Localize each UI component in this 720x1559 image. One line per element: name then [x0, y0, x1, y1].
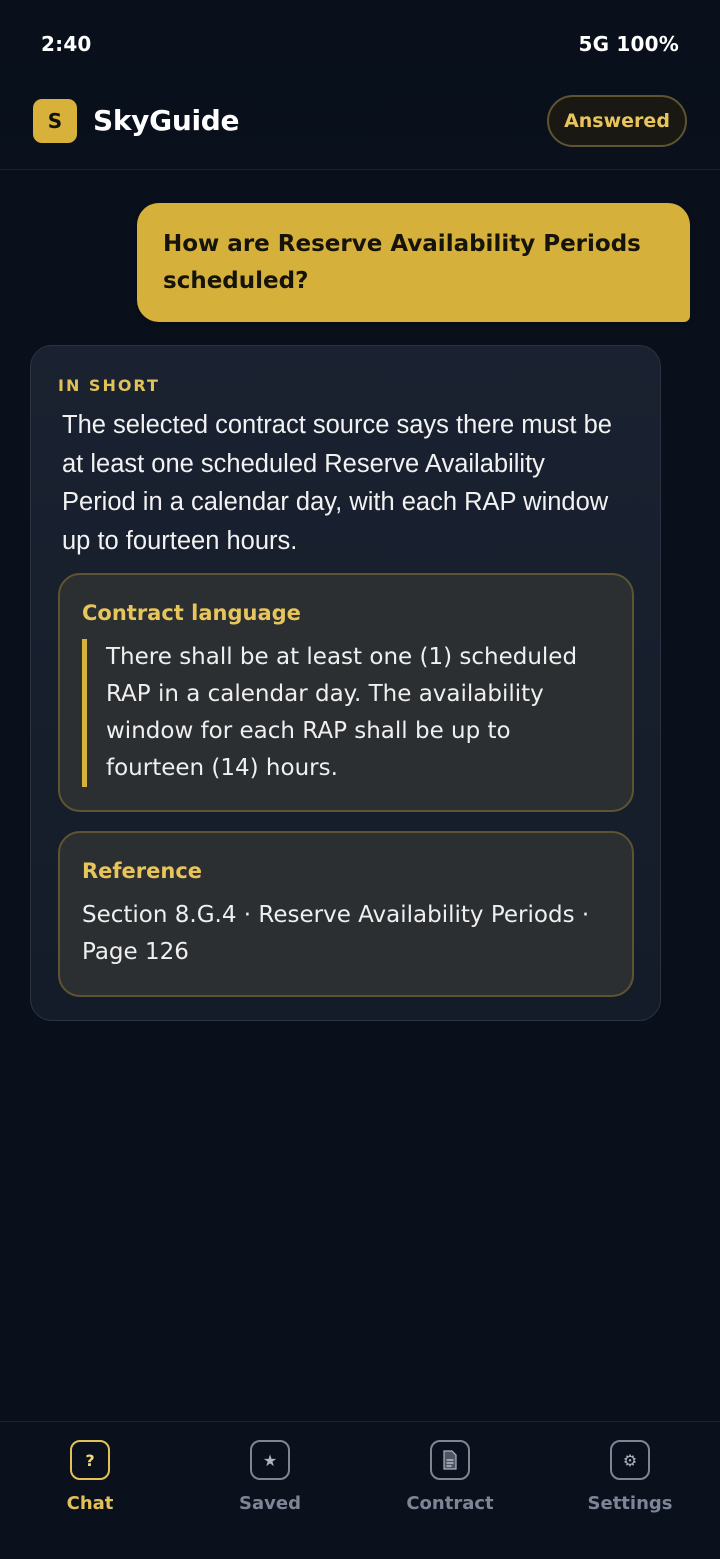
bottom-navigation: ? Chat ★ Saved Contract ⚙ Settings: [0, 1421, 720, 1559]
nav-settings[interactable]: ⚙ Settings: [540, 1440, 720, 1520]
star-icon-glyph: ★: [262, 1450, 278, 1470]
nav-contract[interactable]: Contract: [360, 1440, 540, 1520]
user-question-bubble: How are Reserve Availability Periods sch…: [137, 203, 690, 322]
nav-chat[interactable]: ? Chat: [0, 1440, 180, 1520]
status-time: 2:40: [41, 32, 92, 56]
gear-icon-glyph: ⚙: [622, 1450, 638, 1470]
contract-language-title: Contract language: [82, 601, 301, 625]
answer-summary: The selected contract source says there …: [62, 411, 612, 555]
app-logo-letter: S: [47, 108, 63, 133]
nav-saved-label: Saved: [239, 1493, 301, 1514]
answered-status-badge: Answered: [547, 94, 687, 147]
nav-settings-label: Settings: [587, 1493, 673, 1514]
nav-saved[interactable]: ★ Saved: [180, 1440, 360, 1520]
reference-text: Section 8.G.4 · Reserve Availability Per…: [82, 902, 590, 965]
gear-icon: ⚙: [610, 1440, 650, 1480]
status-network-battery: 5G 100%: [578, 32, 679, 56]
nav-contract-label: Contract: [406, 1493, 494, 1514]
in-short-label: IN SHORT: [58, 376, 160, 395]
document-icon: [430, 1440, 470, 1480]
reference-title: Reference: [82, 859, 203, 883]
answer-card: IN SHORT The selected contract source sa…: [30, 345, 661, 1021]
nav-chat-label: Chat: [66, 1493, 114, 1514]
brand: S SkyGuide: [33, 98, 240, 143]
star-icon: ★: [250, 1440, 290, 1480]
document-icon-svg: [443, 1450, 457, 1470]
reference-card: Reference Section 8.G.4 · Reserve Availa…: [58, 831, 634, 997]
app-logo: S: [33, 98, 77, 143]
contract-language-card: Contract language There shall be at leas…: [58, 573, 634, 812]
question-icon-glyph: ?: [85, 1450, 95, 1470]
app-name: SkyGuide: [93, 104, 240, 137]
app-header: S SkyGuide Answered: [0, 72, 720, 170]
question-icon: ?: [70, 1440, 110, 1480]
contract-language-quote: There shall be at least one (1) schedule…: [82, 639, 616, 787]
